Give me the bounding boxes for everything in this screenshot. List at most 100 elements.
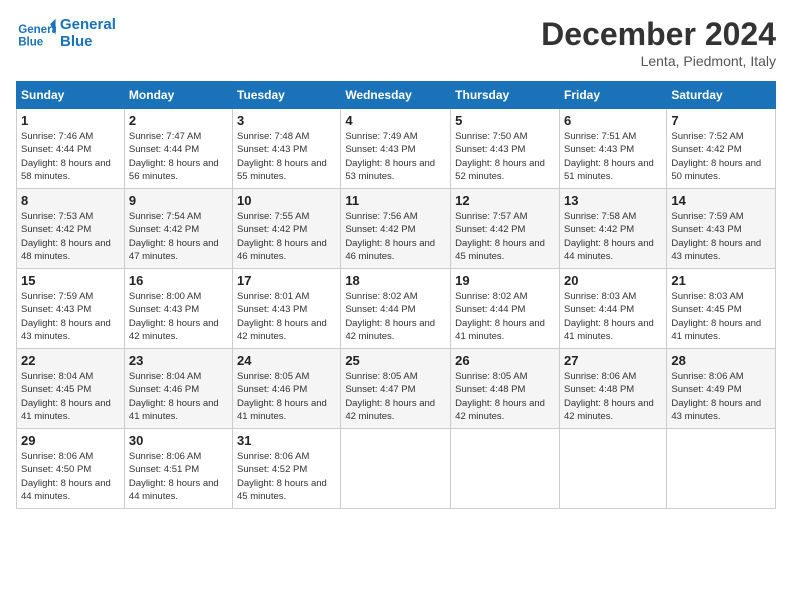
calendar-cell: 4 Sunrise: 7:49 AMSunset: 4:43 PMDaylight… xyxy=(341,109,451,189)
calendar-cell: 1 Sunrise: 7:46 AMSunset: 4:44 PMDaylight… xyxy=(17,109,125,189)
day-number: 23 xyxy=(129,353,228,368)
day-number: 17 xyxy=(237,273,336,288)
day-number: 3 xyxy=(237,113,336,128)
calendar-cell xyxy=(559,429,666,509)
svg-text:Blue: Blue xyxy=(18,36,44,48)
calendar-cell: 17 Sunrise: 8:01 AMSunset: 4:43 PMDayligh… xyxy=(233,269,341,349)
location: Lenta, Piedmont, Italy xyxy=(541,53,776,69)
calendar-cell: 18Sunrise: 8:02 AMSunset: 4:44 PMDayligh… xyxy=(341,269,451,349)
day-number: 13 xyxy=(564,193,662,208)
calendar-cell: 23 Sunrise: 8:04 AMSunset: 4:46 PMDayligh… xyxy=(124,349,232,429)
day-info: Sunrise: 7:55 AMSunset: 4:42 PMDaylight:… xyxy=(237,210,336,263)
day-info: Sunrise: 8:05 AMSunset: 4:48 PMDaylight:… xyxy=(455,370,555,423)
day-number: 25 xyxy=(345,353,446,368)
calendar-cell: 15Sunrise: 7:59 AMSunset: 4:43 PMDayligh… xyxy=(17,269,125,349)
logo-icon: General Blue xyxy=(16,17,56,49)
day-number: 19 xyxy=(455,273,555,288)
calendar-cell: 10 Sunrise: 7:55 AMSunset: 4:42 PMDayligh… xyxy=(233,189,341,269)
day-info: Sunrise: 8:05 AMSunset: 4:46 PMDaylight:… xyxy=(237,370,336,423)
day-number: 24 xyxy=(237,353,336,368)
day-number: 9 xyxy=(129,193,228,208)
day-info: Sunrise: 7:50 AMSunset: 4:43 PMDaylight:… xyxy=(455,130,555,183)
month-title: December 2024 xyxy=(541,16,776,53)
day-number: 12 xyxy=(455,193,555,208)
day-info: Sunrise: 8:02 AMSunset: 4:44 PMDaylight:… xyxy=(345,290,446,343)
calendar-cell xyxy=(451,429,560,509)
calendar-week-row: 22 Sunrise: 8:04 AMSunset: 4:45 PMDayligh… xyxy=(17,349,776,429)
calendar-cell: 11Sunrise: 7:56 AMSunset: 4:42 PMDayligh… xyxy=(341,189,451,269)
day-number: 29 xyxy=(21,433,120,448)
calendar-cell: 31Sunrise: 8:06 AMSunset: 4:52 PMDayligh… xyxy=(233,429,341,509)
day-number: 15 xyxy=(21,273,120,288)
day-info: Sunrise: 7:59 AMSunset: 4:43 PMDaylight:… xyxy=(671,210,771,263)
day-info: Sunrise: 7:52 AMSunset: 4:42 PMDaylight:… xyxy=(671,130,771,183)
weekday-header: Tuesday xyxy=(233,82,341,109)
day-number: 28 xyxy=(671,353,771,368)
calendar-cell: 21Sunrise: 8:03 AMSunset: 4:45 PMDayligh… xyxy=(667,269,776,349)
title-block: December 2024 Lenta, Piedmont, Italy xyxy=(541,16,776,69)
calendar-cell: 2Sunrise: 7:47 AMSunset: 4:44 PMDaylight… xyxy=(124,109,232,189)
day-number: 4 xyxy=(345,113,446,128)
day-number: 22 xyxy=(21,353,120,368)
calendar-cell: 28 Sunrise: 8:06 AMSunset: 4:49 PMDayligh… xyxy=(667,349,776,429)
day-number: 1 xyxy=(21,113,120,128)
weekday-header: Thursday xyxy=(451,82,560,109)
calendar-cell: 13Sunrise: 7:58 AMSunset: 4:42 PMDayligh… xyxy=(559,189,666,269)
calendar-header-row: SundayMondayTuesdayWednesdayThursdayFrid… xyxy=(17,82,776,109)
calendar-cell: 27Sunrise: 8:06 AMSunset: 4:48 PMDayligh… xyxy=(559,349,666,429)
day-info: Sunrise: 8:02 AMSunset: 4:44 PMDaylight:… xyxy=(455,290,555,343)
calendar-cell: 29 Sunrise: 8:06 AMSunset: 4:50 PMDayligh… xyxy=(17,429,125,509)
calendar-cell: 9 Sunrise: 7:54 AMSunset: 4:42 PMDaylight… xyxy=(124,189,232,269)
day-info: Sunrise: 8:00 AMSunset: 4:43 PMDaylight:… xyxy=(129,290,228,343)
day-info: Sunrise: 7:48 AMSunset: 4:43 PMDaylight:… xyxy=(237,130,336,183)
day-info: Sunrise: 8:01 AMSunset: 4:43 PMDaylight:… xyxy=(237,290,336,343)
calendar-cell: 3 Sunrise: 7:48 AMSunset: 4:43 PMDaylight… xyxy=(233,109,341,189)
weekday-header: Monday xyxy=(124,82,232,109)
day-info: Sunrise: 7:51 AMSunset: 4:43 PMDaylight:… xyxy=(564,130,662,183)
day-number: 2 xyxy=(129,113,228,128)
calendar-week-row: 1 Sunrise: 7:46 AMSunset: 4:44 PMDaylight… xyxy=(17,109,776,189)
calendar-cell: 14Sunrise: 7:59 AMSunset: 4:43 PMDayligh… xyxy=(667,189,776,269)
day-info: Sunrise: 8:06 AMSunset: 4:51 PMDaylight:… xyxy=(129,450,228,503)
day-number: 26 xyxy=(455,353,555,368)
page-header: General Blue GeneralBlue December 2024 L… xyxy=(16,16,776,69)
day-number: 11 xyxy=(345,193,446,208)
calendar-cell xyxy=(667,429,776,509)
weekday-header: Saturday xyxy=(667,82,776,109)
calendar-cell: 19 Sunrise: 8:02 AMSunset: 4:44 PMDayligh… xyxy=(451,269,560,349)
calendar-cell: 24 Sunrise: 8:05 AMSunset: 4:46 PMDayligh… xyxy=(233,349,341,429)
calendar-body: 1 Sunrise: 7:46 AMSunset: 4:44 PMDaylight… xyxy=(17,109,776,509)
day-info: Sunrise: 7:49 AMSunset: 4:43 PMDaylight:… xyxy=(345,130,446,183)
calendar-cell: 25 Sunrise: 8:05 AMSunset: 4:47 PMDayligh… xyxy=(341,349,451,429)
day-info: Sunrise: 8:05 AMSunset: 4:47 PMDaylight:… xyxy=(345,370,446,423)
calendar-cell: 26 Sunrise: 8:05 AMSunset: 4:48 PMDayligh… xyxy=(451,349,560,429)
day-info: Sunrise: 7:46 AMSunset: 4:44 PMDaylight:… xyxy=(21,130,120,183)
day-number: 6 xyxy=(564,113,662,128)
day-number: 20 xyxy=(564,273,662,288)
calendar-cell: 22 Sunrise: 8:04 AMSunset: 4:45 PMDayligh… xyxy=(17,349,125,429)
day-info: Sunrise: 8:04 AMSunset: 4:45 PMDaylight:… xyxy=(21,370,120,423)
day-info: Sunrise: 7:57 AMSunset: 4:42 PMDaylight:… xyxy=(455,210,555,263)
weekday-header: Wednesday xyxy=(341,82,451,109)
day-info: Sunrise: 8:06 AMSunset: 4:48 PMDaylight:… xyxy=(564,370,662,423)
day-number: 30 xyxy=(129,433,228,448)
day-info: Sunrise: 8:06 AMSunset: 4:49 PMDaylight:… xyxy=(671,370,771,423)
day-info: Sunrise: 8:03 AMSunset: 4:44 PMDaylight:… xyxy=(564,290,662,343)
day-number: 8 xyxy=(21,193,120,208)
calendar-week-row: 15Sunrise: 7:59 AMSunset: 4:43 PMDayligh… xyxy=(17,269,776,349)
logo: General Blue GeneralBlue xyxy=(16,16,116,50)
calendar-cell xyxy=(341,429,451,509)
day-info: Sunrise: 8:04 AMSunset: 4:46 PMDaylight:… xyxy=(129,370,228,423)
day-number: 16 xyxy=(129,273,228,288)
calendar-cell: 20 Sunrise: 8:03 AMSunset: 4:44 PMDayligh… xyxy=(559,269,666,349)
day-info: Sunrise: 7:54 AMSunset: 4:42 PMDaylight:… xyxy=(129,210,228,263)
calendar-cell: 6 Sunrise: 7:51 AMSunset: 4:43 PMDaylight… xyxy=(559,109,666,189)
day-number: 10 xyxy=(237,193,336,208)
day-info: Sunrise: 8:03 AMSunset: 4:45 PMDaylight:… xyxy=(671,290,771,343)
day-number: 5 xyxy=(455,113,555,128)
weekday-header: Friday xyxy=(559,82,666,109)
svg-text:General: General xyxy=(18,24,56,36)
logo-text: GeneralBlue xyxy=(60,16,116,50)
day-info: Sunrise: 8:06 AMSunset: 4:50 PMDaylight:… xyxy=(21,450,120,503)
day-info: Sunrise: 7:53 AMSunset: 4:42 PMDaylight:… xyxy=(21,210,120,263)
